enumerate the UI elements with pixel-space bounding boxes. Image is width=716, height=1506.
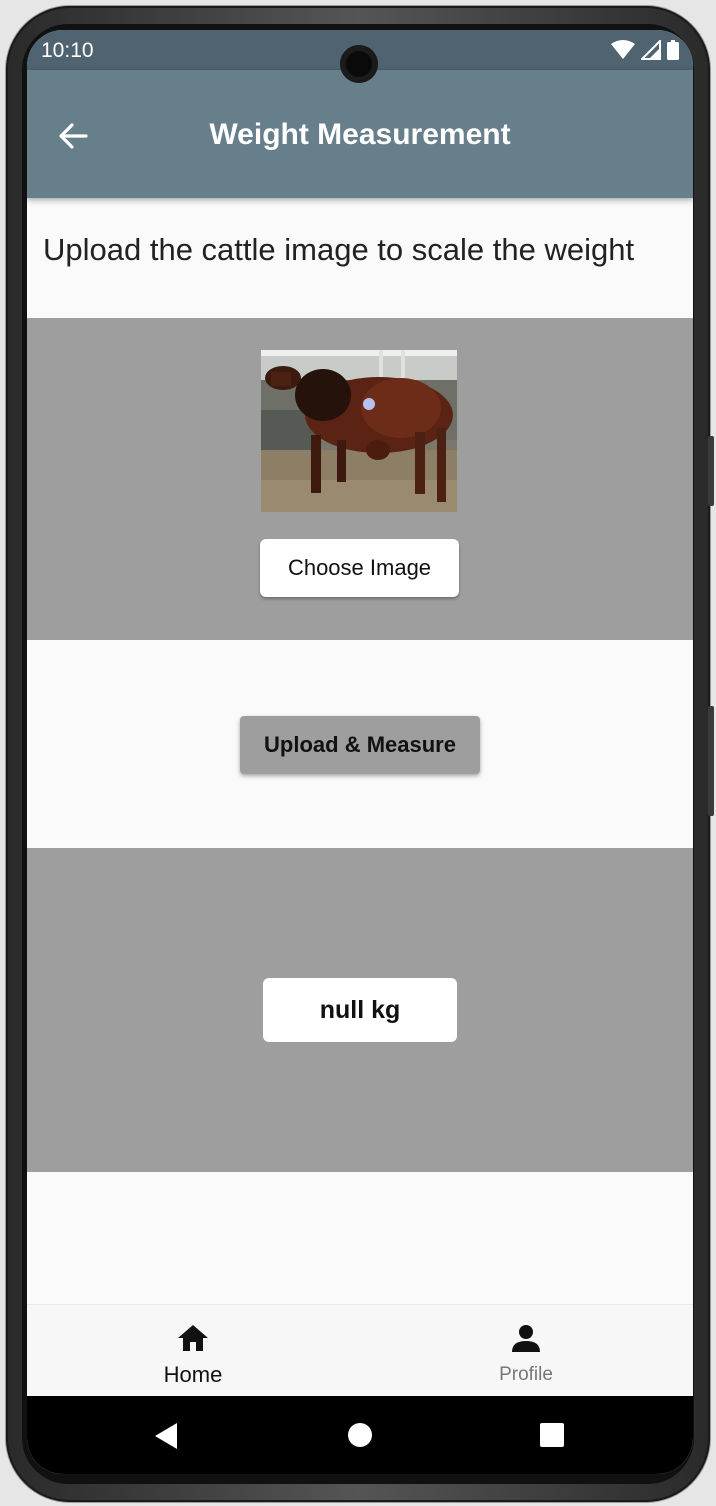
home-circle-icon[interactable] [347, 1422, 373, 1448]
choose-image-button[interactable]: Choose Image [260, 539, 459, 597]
nav-item-profile[interactable]: Profile [456, 1323, 596, 1386]
power-button [708, 706, 714, 816]
screen: 10:10 Weight Measurement Upload the catt… [27, 30, 693, 1474]
bottom-nav: Home Profile [27, 1304, 693, 1397]
page-title: Weight Measurement [209, 118, 511, 151]
result-section: null kg [27, 848, 693, 1172]
battery-icon [667, 40, 679, 60]
cow-photo [261, 350, 457, 512]
recents-square-icon[interactable] [539, 1422, 565, 1448]
instruction-text: Upload the cattle image to scale the wei… [43, 232, 635, 267]
app-bar: Weight Measurement [27, 70, 693, 198]
status-time: 10:10 [41, 39, 94, 62]
weight-result: null kg [263, 978, 457, 1042]
person-icon [512, 1325, 540, 1352]
nav-item-home[interactable]: Home [123, 1323, 263, 1388]
volume-button [708, 436, 714, 506]
home-icon [178, 1325, 208, 1351]
nav-label-profile: Profile [499, 1364, 553, 1385]
system-navigation-bar [27, 1396, 693, 1474]
status-icons [611, 40, 679, 60]
cell-signal-icon [641, 40, 661, 60]
back-triangle-icon[interactable] [153, 1422, 179, 1450]
front-camera [340, 45, 378, 83]
image-section: Choose Image [27, 318, 693, 640]
upload-section: Upload & Measure [27, 640, 693, 848]
nav-label-home: Home [163, 1362, 223, 1387]
wifi-icon [611, 40, 635, 59]
upload-measure-button[interactable]: Upload & Measure [240, 716, 480, 774]
